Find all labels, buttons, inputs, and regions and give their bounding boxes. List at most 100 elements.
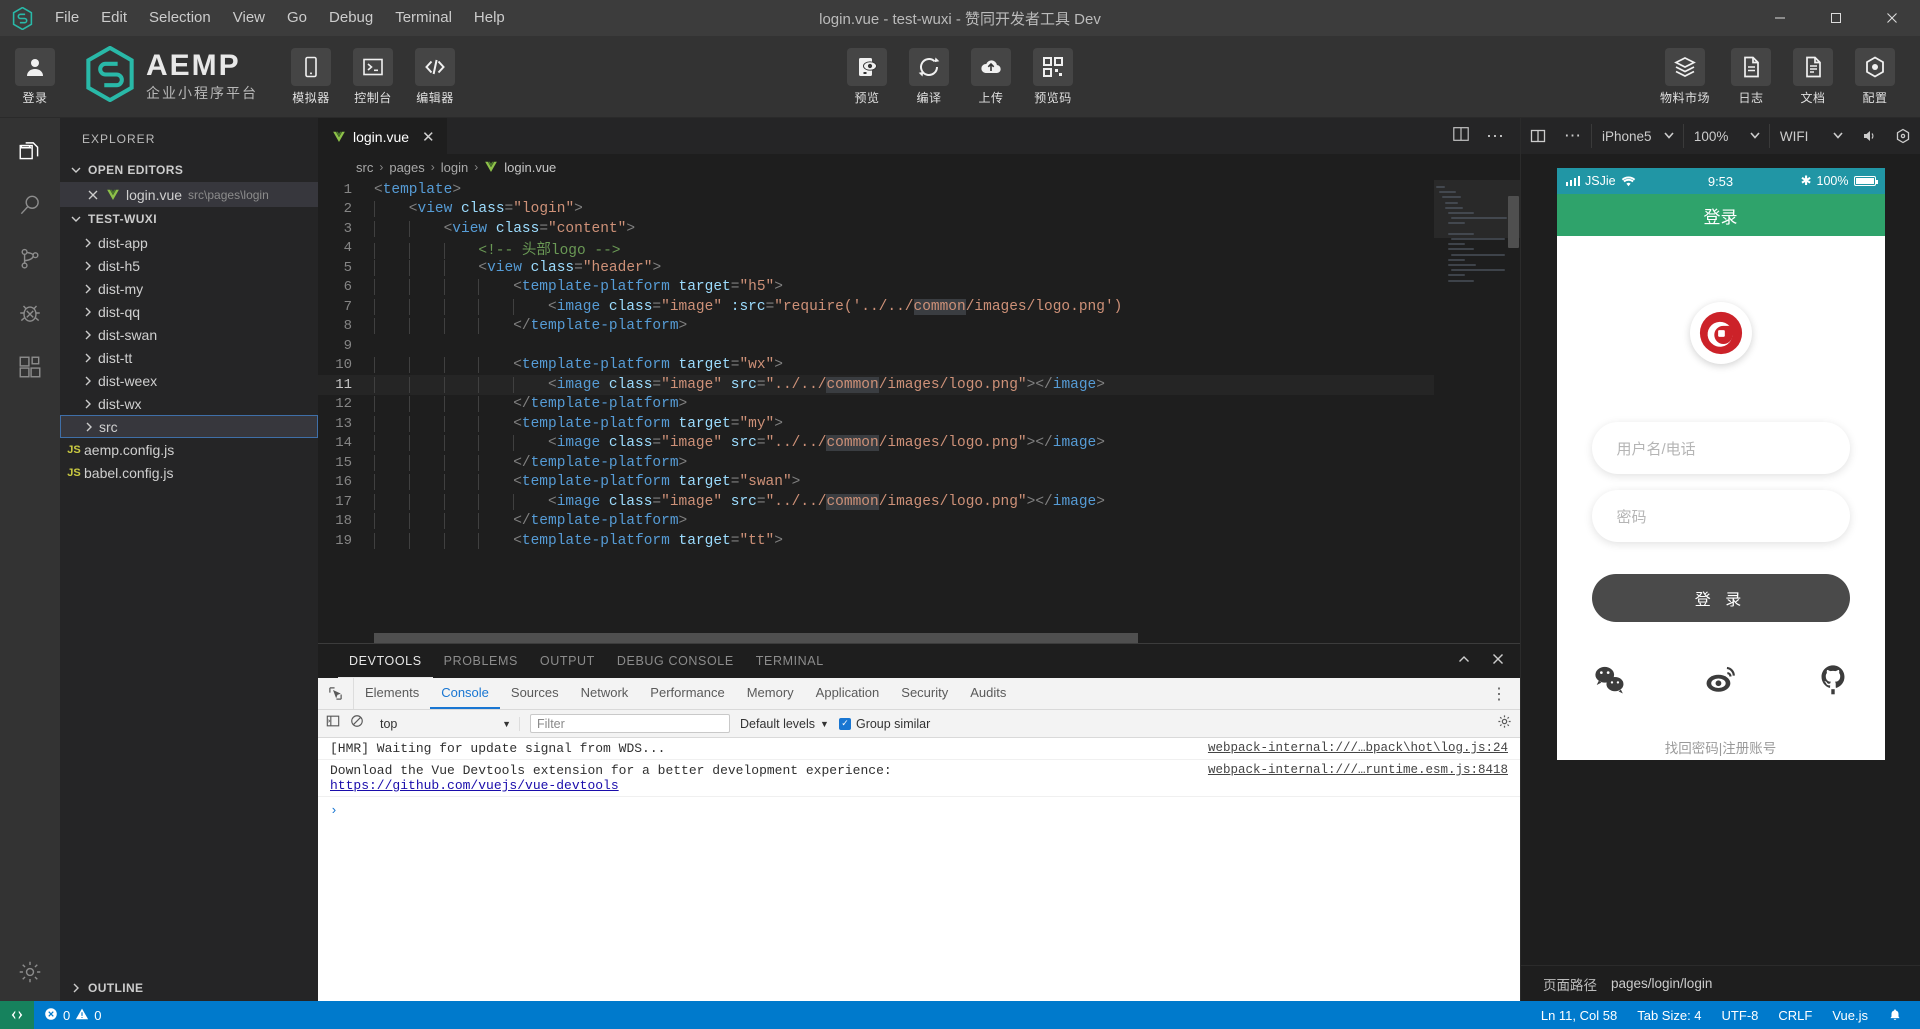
tree-folder-dist-swan[interactable]: dist-swan: [60, 323, 318, 346]
panel-tab-problems[interactable]: PROBLEMS: [433, 644, 529, 678]
menu-go[interactable]: Go: [276, 5, 318, 31]
phone-footer-links[interactable]: 找回密码|注册账号: [1665, 737, 1777, 757]
remote-window-icon[interactable]: [0, 1001, 34, 1029]
devtools-tab-security[interactable]: Security: [890, 678, 959, 709]
devtools-tab-memory[interactable]: Memory: [736, 678, 805, 709]
minimize-icon[interactable]: [1752, 0, 1808, 36]
bell-icon[interactable]: [1878, 1001, 1912, 1029]
console-button[interactable]: 控制台: [346, 47, 400, 106]
panel-tab-terminal[interactable]: TERMINAL: [745, 644, 835, 678]
eol[interactable]: CRLF: [1768, 1001, 1822, 1029]
code-line[interactable]: 1 <template>: [318, 180, 1434, 200]
editor-horizontal-scrollbar[interactable]: [374, 633, 1420, 643]
code-line[interactable]: 17 <image class="image" src="../../commo…: [318, 492, 1434, 512]
devtools-tab-elements[interactable]: Elements: [354, 678, 430, 709]
tree-folder-dist-tt[interactable]: dist-tt: [60, 346, 318, 369]
code-line[interactable]: 18 </template-platform>: [318, 512, 1434, 532]
section-outline[interactable]: OUTLINE: [60, 975, 318, 1001]
code-line[interactable]: 6 <template-platform target="h5">: [318, 278, 1434, 298]
tree-folder-dist-my[interactable]: dist-my: [60, 277, 318, 300]
code-line[interactable]: 9: [318, 336, 1434, 356]
tree-folder-dist-qq[interactable]: dist-qq: [60, 300, 318, 323]
console-log-source[interactable]: webpack-internal:///…bpack\hot\log.js:24: [1208, 741, 1508, 755]
device-select[interactable]: iPhone5: [1591, 124, 1683, 148]
code-line[interactable]: 8 </template-platform>: [318, 317, 1434, 337]
breadcrumb-file[interactable]: login.vue: [504, 160, 556, 175]
console-log-list[interactable]: [HMR] Waiting for update signal from WDS…: [318, 738, 1520, 1001]
devtools-tab-audits[interactable]: Audits: [959, 678, 1017, 709]
tree-folder-dist-wx[interactable]: dist-wx: [60, 392, 318, 415]
scrollbar-thumb[interactable]: [1508, 196, 1519, 248]
editor-vertical-scrollbar[interactable]: [1506, 180, 1520, 643]
tree-file-aemp-config[interactable]: JS aemp.config.js: [60, 438, 318, 461]
console-log-row[interactable]: [HMR] Waiting for update signal from WDS…: [318, 738, 1520, 760]
docs-button[interactable]: 文档: [1786, 47, 1840, 106]
preview-button[interactable]: 预览: [840, 47, 894, 106]
tree-folder-dist-h5[interactable]: dist-h5: [60, 254, 318, 277]
menu-selection[interactable]: Selection: [138, 5, 222, 31]
console-log-link[interactable]: https://github.com/vuejs/vue-devtools: [330, 778, 619, 793]
menu-debug[interactable]: Debug: [318, 5, 384, 31]
scrollbar-thumb[interactable]: [374, 633, 1138, 643]
log-button[interactable]: 日志: [1724, 47, 1778, 106]
code-line[interactable]: 7 <image class="image" :src="require('..…: [318, 297, 1434, 317]
close-icon[interactable]: [1864, 0, 1920, 36]
more-dots-icon[interactable]: ⋯: [1555, 126, 1591, 146]
split-layout-icon[interactable]: [1521, 128, 1555, 144]
code-line[interactable]: 19 <template-platform target="tt">: [318, 531, 1434, 551]
devtools-tab-sources[interactable]: Sources: [500, 678, 570, 709]
simulator-button[interactable]: 模拟器: [284, 47, 338, 106]
problems-status[interactable]: 0 0: [34, 1001, 111, 1029]
console-log-source[interactable]: webpack-internal:///…runtime.esm.js:8418: [1208, 763, 1508, 777]
close-icon[interactable]: ✕: [422, 128, 435, 146]
more-actions-icon[interactable]: ⋯: [1486, 126, 1506, 147]
menu-terminal[interactable]: Terminal: [384, 5, 463, 31]
activitybar-item-debug[interactable]: [0, 288, 60, 342]
encoding[interactable]: UTF-8: [1712, 1001, 1769, 1029]
editor-tab-login-vue[interactable]: login.vue ✕: [318, 118, 447, 154]
console-log-row[interactable]: Download the Vue Devtools extension for …: [318, 760, 1520, 797]
preview-qrcode-button[interactable]: 预览码: [1026, 47, 1080, 106]
wechat-icon[interactable]: [1592, 662, 1626, 701]
panel-tab-output[interactable]: OUTPUT: [529, 644, 606, 678]
zoom-select[interactable]: 100%: [1682, 124, 1769, 148]
devtools-tab-performance[interactable]: Performance: [639, 678, 735, 709]
devtools-tab-console[interactable]: Console: [430, 678, 500, 709]
tree-file-babel-config[interactable]: JS babel.config.js: [60, 461, 318, 484]
kebab-menu-icon[interactable]: ⋮: [1491, 678, 1520, 709]
tab-size[interactable]: Tab Size: 4: [1627, 1001, 1711, 1029]
password-input[interactable]: 密码: [1591, 490, 1850, 542]
close-icon[interactable]: [1490, 651, 1506, 672]
menu-view[interactable]: View: [222, 5, 276, 31]
activitybar-item-source-control[interactable]: [0, 234, 60, 288]
code-line[interactable]: 2 <view class="login">: [318, 200, 1434, 220]
config-button[interactable]: 配置: [1848, 47, 1902, 106]
activitybar-item-explorer[interactable]: [0, 126, 60, 180]
activitybar-item-search[interactable]: [0, 180, 60, 234]
tree-folder-src[interactable]: src: [60, 415, 318, 438]
material-market-button[interactable]: 物料市场: [1654, 47, 1716, 106]
gear-icon[interactable]: [1497, 714, 1512, 734]
code-line[interactable]: 11 <image class="image" src="../../commo…: [318, 375, 1434, 395]
breadcrumb-src[interactable]: src: [356, 160, 373, 175]
upload-button[interactable]: 上传: [964, 47, 1018, 106]
code-line[interactable]: 16 <template-platform target="swan">: [318, 473, 1434, 493]
group-similar-checkbox[interactable]: ✓ Group similar: [838, 717, 930, 731]
weibo-icon[interactable]: [1704, 662, 1738, 701]
code-line[interactable]: 10 <template-platform target="wx">: [318, 356, 1434, 376]
phone-frame[interactable]: JSJie 9:53 ✱ 100% 登录 用户名/电话 密码 登 录 找回密码|…: [1556, 168, 1885, 760]
compile-button[interactable]: 编译: [902, 47, 956, 106]
code-line[interactable]: 15 </template-platform>: [318, 453, 1434, 473]
language-mode[interactable]: Vue.js: [1822, 1001, 1878, 1029]
code-editor[interactable]: 1 <template> 2 <view class="login"> 3 <view…: [318, 180, 1520, 643]
menu-edit[interactable]: Edit: [90, 5, 138, 31]
activitybar-item-manage[interactable]: [0, 947, 60, 1001]
username-input[interactable]: 用户名/电话: [1591, 422, 1850, 474]
code-line[interactable]: 4 <!-- 头部logo -->: [318, 239, 1434, 259]
maximize-icon[interactable]: [1808, 0, 1864, 36]
split-editor-icon[interactable]: [1452, 125, 1470, 148]
phone-login-button[interactable]: 登 录: [1591, 574, 1850, 622]
chevron-up-icon[interactable]: [1456, 651, 1472, 672]
inspect-cursor-icon[interactable]: [318, 678, 354, 709]
console-sidebar-icon[interactable]: [326, 714, 340, 733]
